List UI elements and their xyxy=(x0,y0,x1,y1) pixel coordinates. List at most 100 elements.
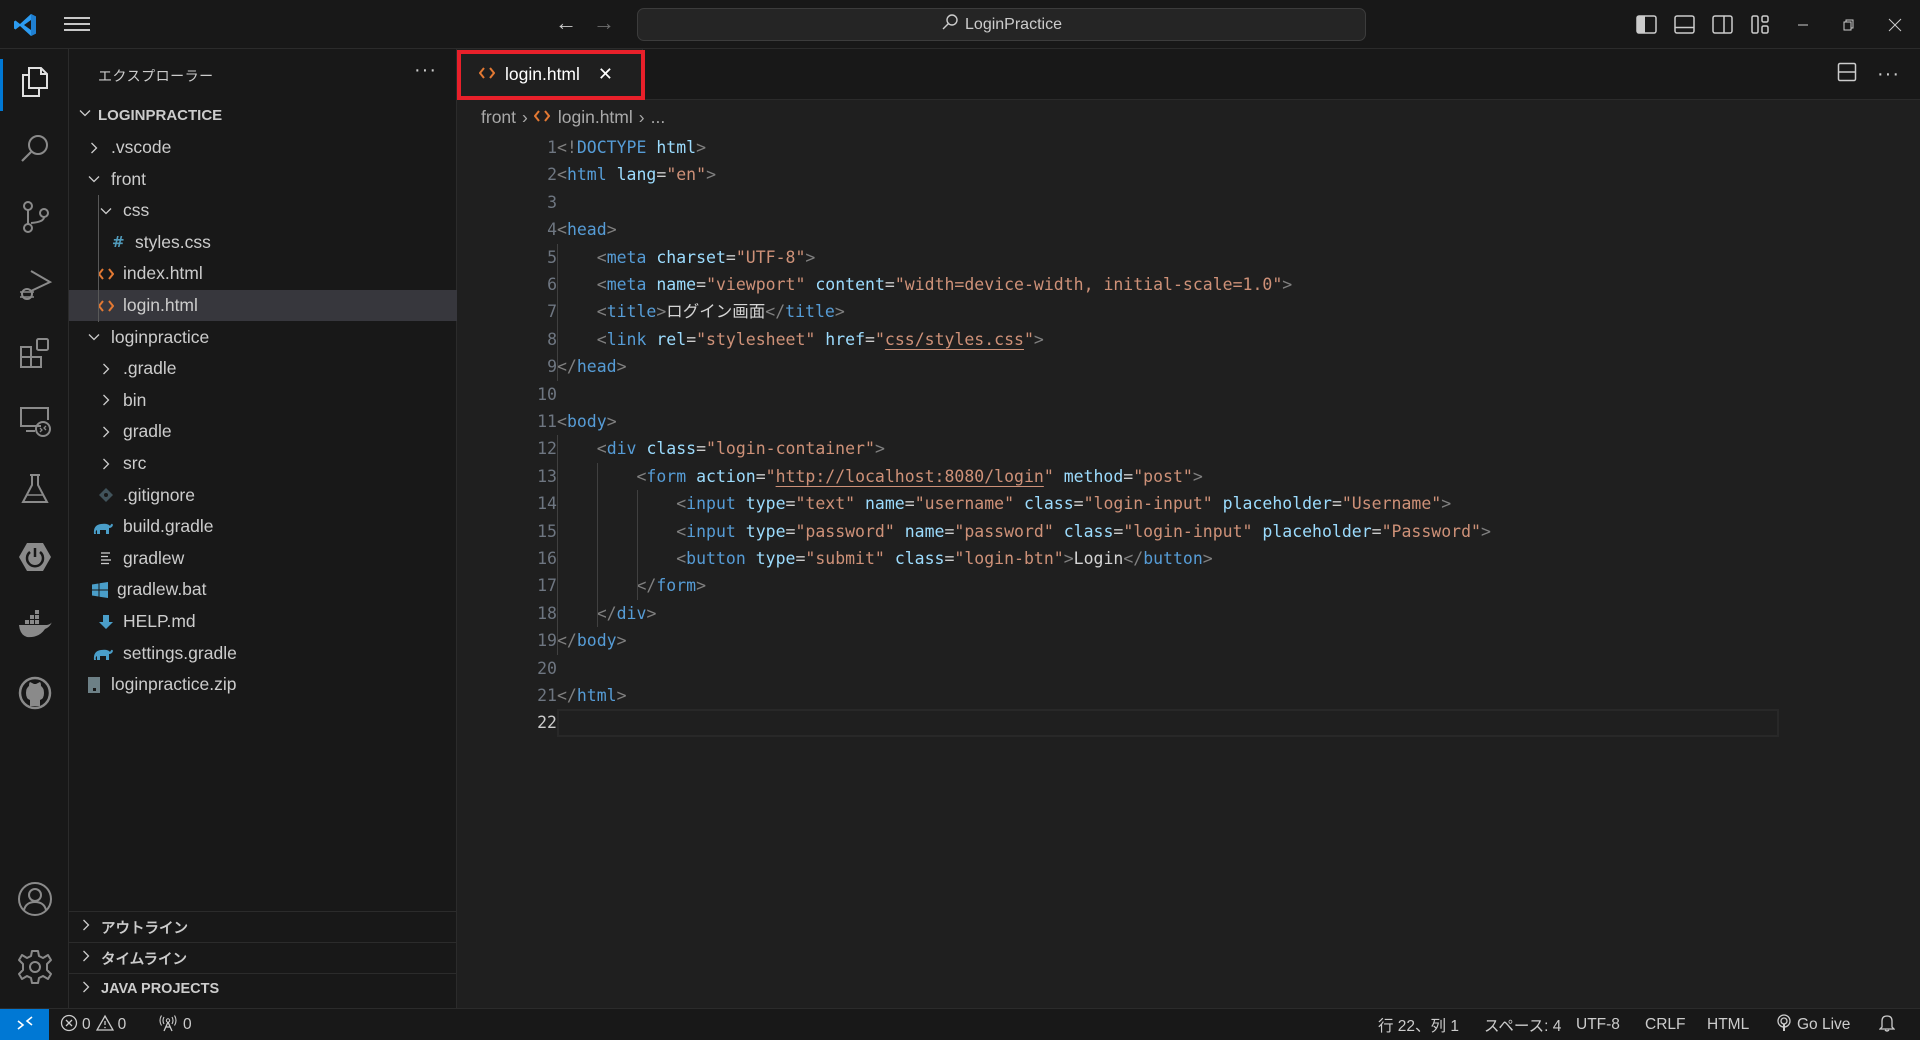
ports-status[interactable]: 0 xyxy=(158,1009,192,1040)
tree-file[interactable]: gradlew.bat xyxy=(69,574,457,605)
activity-manage[interactable] xyxy=(0,939,69,999)
go-live-icon xyxy=(1776,1013,1792,1037)
tree-folder[interactable]: .gradle xyxy=(69,353,457,384)
tree-file[interactable]: # styles.css xyxy=(69,227,457,258)
activity-spring-boot[interactable] xyxy=(0,529,69,589)
code-line[interactable]: <body> xyxy=(557,408,617,435)
activity-docker[interactable] xyxy=(0,597,69,657)
language-mode-status[interactable]: HTML xyxy=(1707,1009,1749,1040)
tree-folder[interactable]: loginpractice xyxy=(69,322,457,353)
tree-file[interactable]: login.html xyxy=(69,290,457,321)
panel-timeline-label: タイムライン xyxy=(101,951,187,968)
code-line[interactable]: </body> xyxy=(557,627,627,654)
tree-file[interactable]: build.gradle xyxy=(69,511,457,542)
code-line[interactable]: </form> xyxy=(557,572,706,599)
tree-file[interactable]: loginpractice.zip xyxy=(69,669,457,700)
tree-folder[interactable]: front xyxy=(69,164,457,195)
code-line[interactable]: <input type="text" name="username" class… xyxy=(557,490,1451,517)
more-actions-button[interactable]: ··· xyxy=(414,59,437,82)
tree-file[interactable]: index.html xyxy=(69,258,457,289)
tree-folder[interactable]: src xyxy=(69,448,457,479)
close-icon[interactable]: ✕ xyxy=(598,64,613,85)
eol-status[interactable]: CRLF xyxy=(1645,1009,1685,1040)
tree-folder[interactable]: bin xyxy=(69,385,457,416)
current-line-highlight xyxy=(557,709,1779,737)
tree-item-label: build.gradle xyxy=(123,516,214,537)
cursor-position-status[interactable]: 行 22、列 1 xyxy=(1378,1009,1459,1040)
tree-file[interactable]: .gitignore xyxy=(69,480,457,511)
restore-icon[interactable] xyxy=(1826,0,1872,49)
code-line[interactable]: <button type="submit" class="login-btn">… xyxy=(557,545,1213,572)
go-live-button[interactable]: Go Live xyxy=(1776,1009,1850,1040)
code-line[interactable]: <meta name="viewport" content="width=dev… xyxy=(557,271,1292,298)
panel-timeline[interactable]: タイムライン xyxy=(69,942,457,973)
remote-explorer-icon xyxy=(17,403,53,444)
account-icon xyxy=(17,881,53,922)
activity-search[interactable] xyxy=(0,121,69,181)
code-line[interactable]: <meta charset="UTF-8"> xyxy=(557,244,816,271)
search-icon xyxy=(17,131,53,172)
code-line[interactable]: <title>ログイン画面</title> xyxy=(557,298,845,325)
code-line[interactable]: <link rel="stylesheet" href="css/styles.… xyxy=(557,326,1044,353)
panel-outline[interactable]: アウトライン xyxy=(69,911,457,942)
forward-arrow-icon[interactable]: → xyxy=(593,10,615,36)
breadcrumb-item-file[interactable]: login.html xyxy=(558,107,633,128)
workspace-root[interactable]: LOGINPRACTICE xyxy=(69,101,457,129)
workspace-root-label: LOGINPRACTICE xyxy=(98,106,223,124)
breadcrumb-item-symbols[interactable]: ... xyxy=(651,107,666,128)
panel-java-projects[interactable]: JAVA PROJECTS xyxy=(69,973,457,1004)
code-line[interactable]: </html> xyxy=(557,682,627,709)
indentation-status[interactable]: スペース: 4 xyxy=(1484,1009,1561,1040)
notifications-button[interactable] xyxy=(1878,1009,1896,1040)
activity-extensions[interactable] xyxy=(0,325,69,385)
tree-file[interactable]: HELP.md xyxy=(69,606,457,637)
split-editor-button[interactable] xyxy=(1837,49,1857,100)
activity-accounts[interactable] xyxy=(0,871,69,931)
indent-guide xyxy=(596,462,598,628)
encoding-status[interactable]: UTF-8 xyxy=(1576,1009,1620,1040)
code-line[interactable]: <div class="login-container"> xyxy=(557,435,885,462)
tab-login-html[interactable]: login.html ✕ xyxy=(457,49,643,100)
code-editor[interactable]: 1 2 3 4 5 6 7 8 9 10 11 12 13 14 15 16 17 18 19 20 21 22 <!DO… xyxy=(457,133,1920,1008)
tree-folder[interactable]: css xyxy=(69,195,457,226)
sidebar-title: エクスプローラー xyxy=(98,68,214,84)
toggle-primary-sidebar-icon[interactable] xyxy=(1636,14,1658,35)
activity-explorer[interactable] xyxy=(0,53,69,113)
activity-remote-explorer[interactable] xyxy=(0,393,69,453)
problems-status[interactable]: 0 0 xyxy=(60,1009,126,1040)
remote-indicator-button[interactable] xyxy=(0,1009,49,1040)
code-line[interactable]: <head> xyxy=(557,216,617,243)
svg-text:#: # xyxy=(112,234,125,250)
code-line[interactable]: </div> xyxy=(557,600,657,627)
zip-file-icon xyxy=(85,676,103,694)
tree-folder[interactable]: gradle xyxy=(69,416,457,447)
split-editor-icon xyxy=(1837,62,1857,87)
tree-item-label: css xyxy=(123,200,150,221)
activity-source-control[interactable] xyxy=(0,189,69,249)
activity-github[interactable] xyxy=(0,665,69,725)
minimize-icon[interactable] xyxy=(1780,0,1826,49)
activity-run-debug[interactable] xyxy=(0,257,69,317)
breadcrumb-item-front[interactable]: front xyxy=(481,107,516,128)
tree-file[interactable]: gradlew xyxy=(69,543,457,574)
chevron-right-icon xyxy=(79,980,93,998)
code-line[interactable]: <form action="http://localhost:8080/logi… xyxy=(557,463,1202,490)
command-center-search[interactable]: LoginPractice xyxy=(637,8,1366,41)
tree-file[interactable]: settings.gradle xyxy=(69,638,457,669)
indent-guide xyxy=(557,243,558,381)
editor-more-actions-button[interactable]: ··· xyxy=(1877,49,1900,100)
toggle-panel-icon[interactable] xyxy=(1674,14,1696,35)
close-icon[interactable] xyxy=(1872,0,1918,49)
customize-layout-icon[interactable] xyxy=(1750,14,1772,35)
code-line[interactable]: <html lang="en"> xyxy=(557,161,716,188)
tree-item-label: bin xyxy=(123,389,147,410)
menu-icon[interactable] xyxy=(64,13,90,35)
code-line[interactable]: </head> xyxy=(557,353,627,380)
back-arrow-icon[interactable]: ← xyxy=(555,10,577,36)
code-line[interactable]: <input type="password" name="password" c… xyxy=(557,518,1491,545)
line-number: 3 xyxy=(547,192,557,212)
activity-testing[interactable] xyxy=(0,461,69,521)
tree-folder[interactable]: .vscode xyxy=(69,132,457,163)
code-line[interactable]: <!DOCTYPE html> xyxy=(557,134,706,161)
toggle-secondary-sidebar-icon[interactable] xyxy=(1712,14,1734,35)
